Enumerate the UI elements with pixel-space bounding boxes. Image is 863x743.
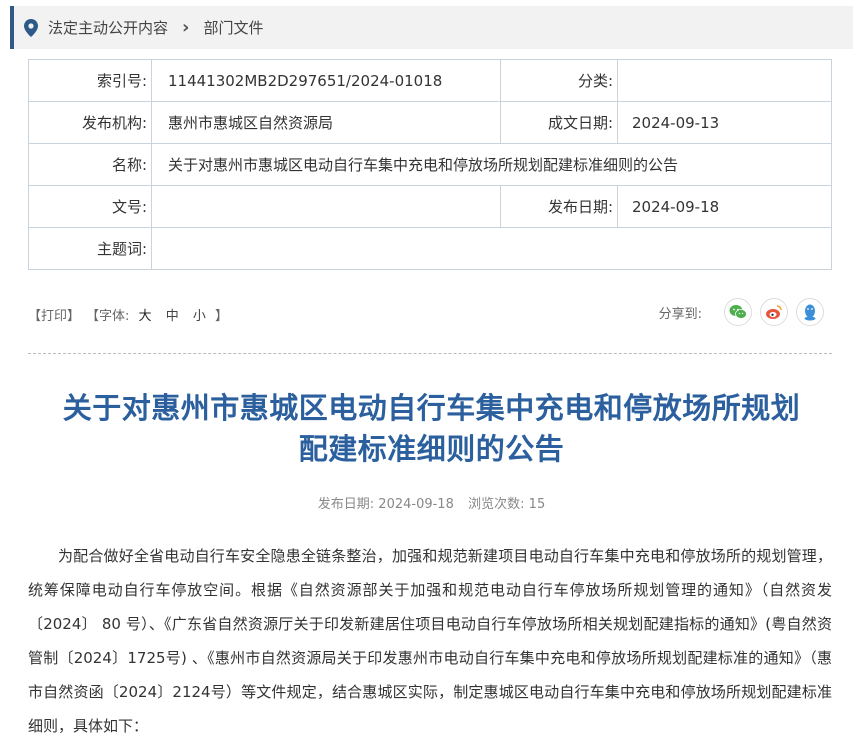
weibo-icon[interactable] (760, 298, 788, 326)
print-link[interactable]: 【打印】 (28, 305, 80, 324)
index-value: 11441302MB2D297651/2024-01018 (151, 59, 501, 102)
font-size-small[interactable]: 小 (193, 309, 206, 324)
publish-date-label: 发布日期: (500, 185, 618, 228)
pub-date-label: 发布日期: (317, 497, 375, 512)
location-pin-icon (24, 18, 38, 37)
font-size-close: 】 (215, 308, 229, 324)
subject-value (151, 227, 832, 270)
written-date-label: 成文日期: (500, 101, 618, 144)
article-title: 关于对惠州市惠城区电动自行车集中充电和停放场所规划 配建标准细则的公告 (20, 388, 843, 470)
publish-date-value: 2024-09-18 (617, 185, 832, 228)
table-row: 索引号: 11441302MB2D297651/2024-01018 分类: (28, 59, 832, 102)
name-value: 关于对惠州市惠城区电动自行车集中充电和停放场所规划配建标准细则的公告 (151, 143, 832, 186)
wechat-icon[interactable] (724, 298, 752, 326)
doc-no-label: 文号: (28, 185, 152, 228)
table-row: 文号: 发布日期: 2024-09-18 (28, 185, 832, 228)
article-toolbar: 【打印】 【字体: 大 中 小 】 分享到: (28, 296, 832, 332)
name-label: 名称: (28, 143, 152, 186)
table-row: 主题词: (28, 227, 832, 270)
document-meta-table: 索引号: 11441302MB2D297651/2024-01018 分类: 发… (28, 59, 832, 270)
share-bar: 分享到: (659, 298, 824, 326)
subject-label: 主题词: (28, 227, 152, 270)
table-row: 发布机构: 惠州市惠城区自然资源局 成文日期: 2024-09-13 (28, 101, 832, 144)
share-label: 分享到: (658, 306, 702, 322)
category-label: 分类: (500, 59, 618, 102)
article-pub-info: 发布日期: 2024-09-18 浏览次数: 15 (0, 493, 863, 512)
content-divider (28, 353, 832, 354)
qq-icon[interactable] (796, 298, 824, 326)
written-date-value: 2024-09-13 (617, 101, 832, 144)
publisher-label: 发布机构: (28, 101, 152, 144)
views-value: 15 (528, 497, 546, 512)
table-row: 名称: 关于对惠州市惠城区电动自行车集中充电和停放场所规划配建标准细则的公告 (28, 143, 832, 186)
font-size-medium[interactable]: 中 (166, 309, 179, 324)
font-size-controls: 【字体: 大 中 小 】 (86, 305, 228, 324)
font-size-large[interactable]: 大 (139, 309, 152, 324)
breadcrumb-item-dept-docs[interactable]: 部门文件 (203, 17, 263, 38)
article-title-line: 配建标准细则的公告 (298, 432, 565, 466)
breadcrumb: 法定主动公开内容 › 部门文件 (10, 6, 853, 49)
publisher-value: 惠州市惠城区自然资源局 (151, 101, 501, 144)
doc-no-value (151, 185, 501, 228)
article-paragraph: 为配合做好全省电动自行车安全隐患全链条整治，加强和规范新建项目电动自行车集中充电… (28, 547, 832, 735)
pub-date-value: 2024-09-18 (378, 497, 454, 512)
index-label: 索引号: (28, 59, 152, 102)
breadcrumb-item-public-content[interactable]: 法定主动公开内容 (48, 17, 168, 38)
font-size-label: 【字体: (86, 308, 130, 324)
article-title-line: 关于对惠州市惠城区电动自行车集中充电和停放场所规划 (62, 391, 801, 425)
category-value (617, 59, 832, 102)
breadcrumb-separator: › (182, 17, 190, 38)
views-label: 浏览次数: (468, 497, 525, 512)
